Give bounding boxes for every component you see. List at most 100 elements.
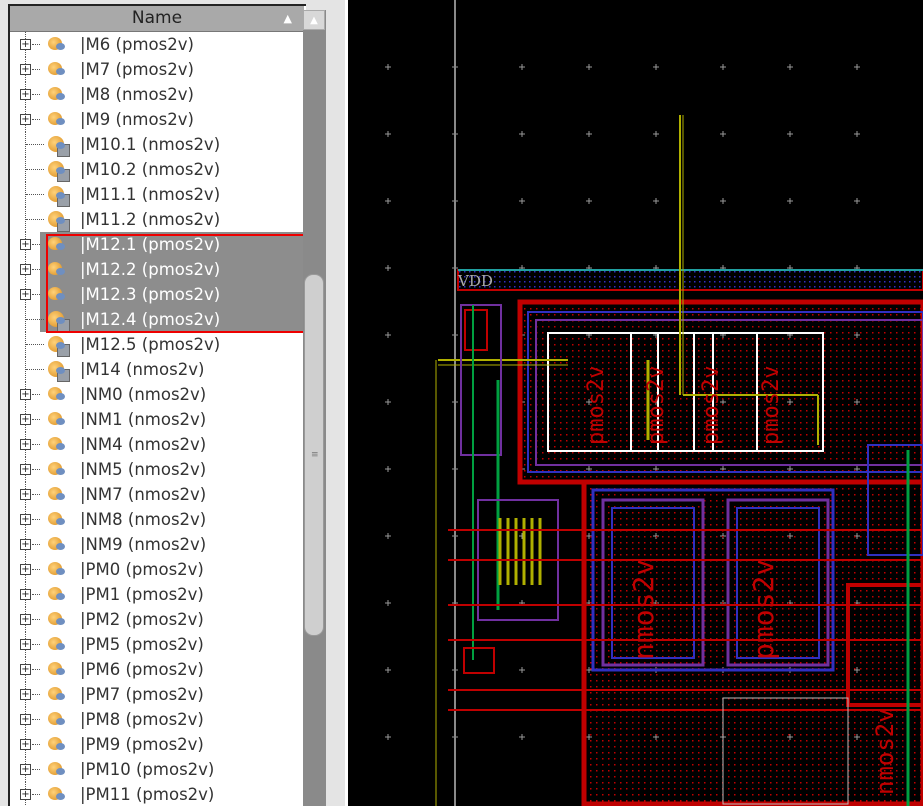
tree-row[interactable]: + |PM9 (pmos2v) (10, 732, 304, 757)
tree-row[interactable]: + |NM4 (nmos2v) (10, 432, 304, 457)
tree-row[interactable]: + |PM1 (pmos2v) (10, 582, 304, 607)
selection-highlight-box (46, 234, 306, 333)
expand-icon[interactable]: + (20, 514, 31, 525)
expand-icon[interactable]: + (20, 414, 31, 425)
tree-row[interactable]: + |PM7 (pmos2v) (10, 682, 304, 707)
instance-warning-icon (48, 612, 65, 625)
instance-warning-icon (48, 487, 65, 500)
tree-row[interactable]: + |NM8 (nmos2v) (10, 507, 304, 532)
net-label-vdd: VDD (457, 272, 493, 290)
tree-row[interactable]: + |PM2 (pmos2v) (10, 607, 304, 632)
instance-warning-icon (48, 687, 65, 700)
device-label: pmos2v (759, 366, 784, 445)
tree-row[interactable]: + |PM10 (pmos2v) (10, 757, 304, 782)
instance-label: |PM5 (pmos2v) (80, 635, 204, 654)
instance-label: |PM1 (pmos2v) (80, 585, 204, 604)
expand-icon[interactable]: + (20, 489, 31, 500)
expand-icon[interactable]: + (20, 789, 31, 800)
small-cell (460, 304, 502, 456)
instance-warning-icon (48, 712, 65, 725)
tree-row[interactable]: + |PM8 (pmos2v) (10, 707, 304, 732)
instance-leaf-warning-icon (48, 161, 70, 182)
expand-icon[interactable]: + (20, 439, 31, 450)
tree-row[interactable]: + |NM1 (nmos2v) (10, 407, 304, 432)
expand-icon[interactable]: + (20, 539, 31, 550)
grip-icon: ≡ (311, 450, 319, 460)
tree-row[interactable]: |M11.1 (nmos2v) (10, 182, 304, 207)
expand-icon[interactable]: + (20, 614, 31, 625)
tree-row[interactable]: |M12.5 (pmos2v) (10, 332, 304, 357)
tree-row[interactable]: |M14 (nmos2v) (10, 357, 304, 382)
tree-row[interactable]: |M11.2 (nmos2v) (10, 207, 304, 232)
tree-row[interactable]: + |PM5 (pmos2v) (10, 632, 304, 657)
instance-leaf-warning-icon (48, 336, 70, 357)
expand-icon[interactable]: + (20, 114, 31, 125)
expand-icon[interactable]: + (20, 239, 31, 250)
tree-row[interactable]: + |NM7 (nmos2v) (10, 482, 304, 507)
instance-label: |M12.5 (pmos2v) (80, 335, 221, 354)
tree-connector (32, 419, 40, 420)
tree-row[interactable]: + |NM5 (nmos2v) (10, 457, 304, 482)
tree-row[interactable]: + |PM0 (pmos2v) (10, 557, 304, 582)
expand-icon[interactable]: + (20, 739, 31, 750)
tree-connector (32, 69, 40, 70)
tree-row[interactable]: + |PM11 (pmos2v) (10, 782, 304, 806)
instance-warning-icon (48, 412, 65, 425)
expand-icon[interactable]: + (20, 639, 31, 650)
tree-connector (32, 594, 40, 595)
sort-ascending-icon[interactable]: ▲ (284, 6, 292, 31)
expand-icon[interactable]: + (20, 564, 31, 575)
tree-row[interactable]: |M10.2 (nmos2v) (10, 157, 304, 182)
tree-row[interactable]: + |NM9 (nmos2v) (10, 532, 304, 557)
instance-leaf-warning-icon (48, 361, 70, 382)
tree-row[interactable]: + |M9 (nmos2v) (10, 107, 304, 132)
instance-label: |M6 (pmos2v) (80, 35, 194, 54)
instance-label: |NM8 (nmos2v) (80, 510, 207, 529)
expand-icon[interactable]: + (20, 39, 31, 50)
expand-icon[interactable]: + (20, 714, 31, 725)
layout-view[interactable]: VDD pmos2v pmos2v pmos2v pmos2v nmos2v pmos2v n… (348, 0, 923, 806)
expand-icon[interactable]: + (20, 589, 31, 600)
instance-leaf-warning-icon (48, 186, 70, 207)
expand-icon[interactable]: + (20, 64, 31, 75)
instance-label: |PM7 (pmos2v) (80, 685, 204, 704)
scroll-up-button[interactable]: ▲ (303, 10, 325, 30)
tree-row[interactable]: + |M6 (pmos2v) (10, 32, 304, 57)
tree-row[interactable]: + |NM0 (nmos2v) (10, 382, 304, 407)
tree-connector (32, 444, 40, 445)
tree-row[interactable]: + |PM6 (pmos2v) (10, 657, 304, 682)
tree-connector (32, 119, 40, 120)
tree-connector (26, 319, 44, 320)
expand-icon[interactable]: + (20, 464, 31, 475)
vertical-scrollbar[interactable]: ▲ ≡ (303, 10, 326, 806)
instance-warning-icon (48, 787, 65, 800)
tree-row[interactable]: + |M7 (pmos2v) (10, 57, 304, 82)
device-label: nmos2v (871, 708, 899, 795)
instance-label: |M10.2 (nmos2v) (80, 160, 221, 179)
tree-row[interactable]: |M10.1 (nmos2v) (10, 132, 304, 157)
tree-connector (26, 169, 44, 170)
tree-connector (26, 369, 44, 370)
tree-row[interactable]: + |M8 (nmos2v) (10, 82, 304, 107)
scrollbar-thumb[interactable]: ≡ (304, 274, 324, 636)
tree-connector (32, 644, 40, 645)
column-header-name[interactable]: Name ▲ (10, 6, 304, 32)
instance-leaf-warning-icon (48, 211, 70, 232)
device-label: pmos2v (584, 366, 609, 445)
tree-connector (32, 619, 40, 620)
layout-canvas[interactable]: VDD pmos2v pmos2v pmos2v pmos2v nmos2v pmos2v n… (348, 0, 923, 806)
expand-icon[interactable]: + (20, 289, 31, 300)
instance-warning-icon (48, 762, 65, 775)
instance-warning-icon (48, 537, 65, 550)
instance-warning-icon (48, 587, 65, 600)
instance-label: |PM2 (pmos2v) (80, 610, 204, 629)
expand-icon[interactable]: + (20, 689, 31, 700)
instance-warning-icon (48, 662, 65, 675)
expand-icon[interactable]: + (20, 264, 31, 275)
tree-connector (32, 744, 40, 745)
expand-icon[interactable]: + (20, 389, 31, 400)
expand-icon[interactable]: + (20, 664, 31, 675)
instance-label: |M11.1 (nmos2v) (80, 185, 221, 204)
expand-icon[interactable]: + (20, 89, 31, 100)
expand-icon[interactable]: + (20, 764, 31, 775)
